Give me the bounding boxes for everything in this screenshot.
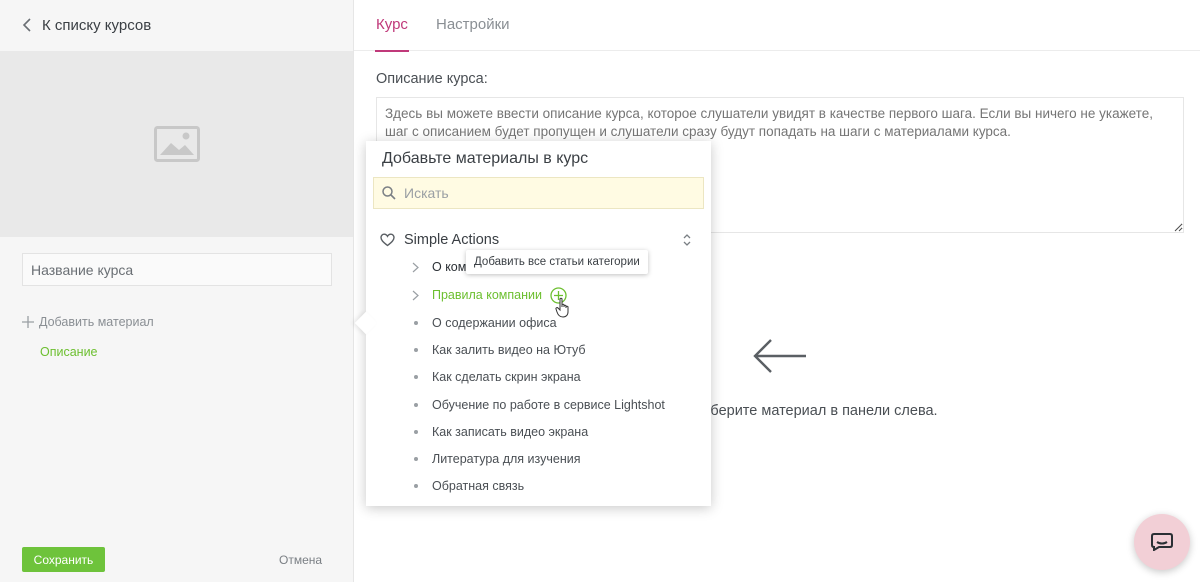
add-materials-popover: Добавьте материалы в курс Искать Simple …	[354, 141, 711, 506]
add-material-label: Добавить материал	[39, 315, 154, 329]
materials-search-input[interactable]: Искать	[373, 177, 704, 209]
back-label: К списку курсов	[42, 16, 152, 34]
item-label: Правила компании	[432, 288, 542, 302]
description-link[interactable]: Описание	[40, 345, 98, 359]
article-item[interactable]: Обучение по работе в сервисе Lightshot	[412, 396, 665, 414]
article-item[interactable]: О содержании офиса	[412, 314, 557, 332]
bullet	[414, 430, 418, 434]
popover-pointer	[354, 311, 378, 335]
tab-course[interactable]: Курс	[375, 16, 409, 52]
course-cover[interactable]	[0, 51, 353, 237]
bullet	[414, 457, 418, 461]
chat-button[interactable]	[1134, 514, 1190, 570]
save-button[interactable]: Сохранить	[22, 547, 105, 572]
bullet	[414, 403, 418, 407]
plus-icon	[22, 316, 34, 328]
item-label: Как записать видео экрана	[432, 425, 589, 439]
category-name: Simple Actions	[404, 232, 500, 248]
bullet	[414, 348, 418, 352]
article-item[interactable]: Как сделать скрин экрана	[412, 368, 581, 386]
tab-settings[interactable]: Настройки	[436, 16, 510, 33]
arrow-left-icon	[753, 339, 806, 373]
category-row[interactable]: Simple Actions	[380, 230, 692, 250]
search-placeholder: Искать	[404, 185, 449, 201]
chevron-right-icon	[412, 290, 419, 300]
folder-item-hover[interactable]: Правила компании	[412, 286, 567, 304]
chat-icon	[1151, 533, 1173, 551]
item-label: О содержании офиса	[432, 316, 557, 330]
folder-item[interactable]: О ком	[412, 258, 466, 276]
bullet	[414, 375, 418, 379]
course-name-input[interactable]: Название курса	[22, 253, 332, 286]
resize-handle-icon[interactable]	[1174, 223, 1183, 232]
course-name-placeholder: Название курса	[31, 261, 134, 278]
article-item[interactable]: Обратная связь	[412, 477, 524, 495]
article-item[interactable]: Литература для изучения	[412, 450, 580, 468]
tab-bar: Курс Настройки	[354, 0, 1200, 52]
item-label: О ком	[432, 260, 467, 274]
hand-cursor-icon	[555, 297, 569, 318]
item-label: Литература для изучения	[432, 452, 581, 466]
item-label: Обратная связь	[432, 479, 525, 493]
article-item[interactable]: Как залить видео на Ютуб	[412, 341, 586, 359]
cancel-button[interactable]: Отмена	[279, 553, 322, 567]
description-label: Описание курса:	[376, 71, 488, 87]
bullet	[414, 484, 418, 488]
chevron-left-icon	[22, 18, 31, 32]
heart-icon	[380, 233, 395, 247]
article-item[interactable]: Как записать видео экрана	[412, 423, 588, 441]
sidebar: К списку курсов Название курса Добавить …	[0, 0, 354, 582]
add-all-tooltip: Добавить все статьи категории	[466, 250, 648, 274]
image-placeholder-icon	[153, 126, 200, 162]
item-label: Как сделать скрин экрана	[432, 370, 581, 384]
back-to-courses-link[interactable]: К списку курсов	[22, 14, 151, 36]
item-label: Обучение по работе в сервисе Lightshot	[432, 398, 665, 412]
bullet	[414, 321, 418, 325]
search-icon	[382, 186, 396, 200]
chevron-updown-icon[interactable]	[682, 233, 692, 247]
item-label: Как залить видео на Ютуб	[432, 343, 586, 357]
add-material-button[interactable]: Добавить материал	[22, 315, 154, 329]
chevron-right-icon	[412, 262, 419, 272]
popover-title: Добавьте материалы в курс	[382, 150, 589, 167]
select-material-hint: ыберите материал в панели слева.	[700, 403, 938, 419]
